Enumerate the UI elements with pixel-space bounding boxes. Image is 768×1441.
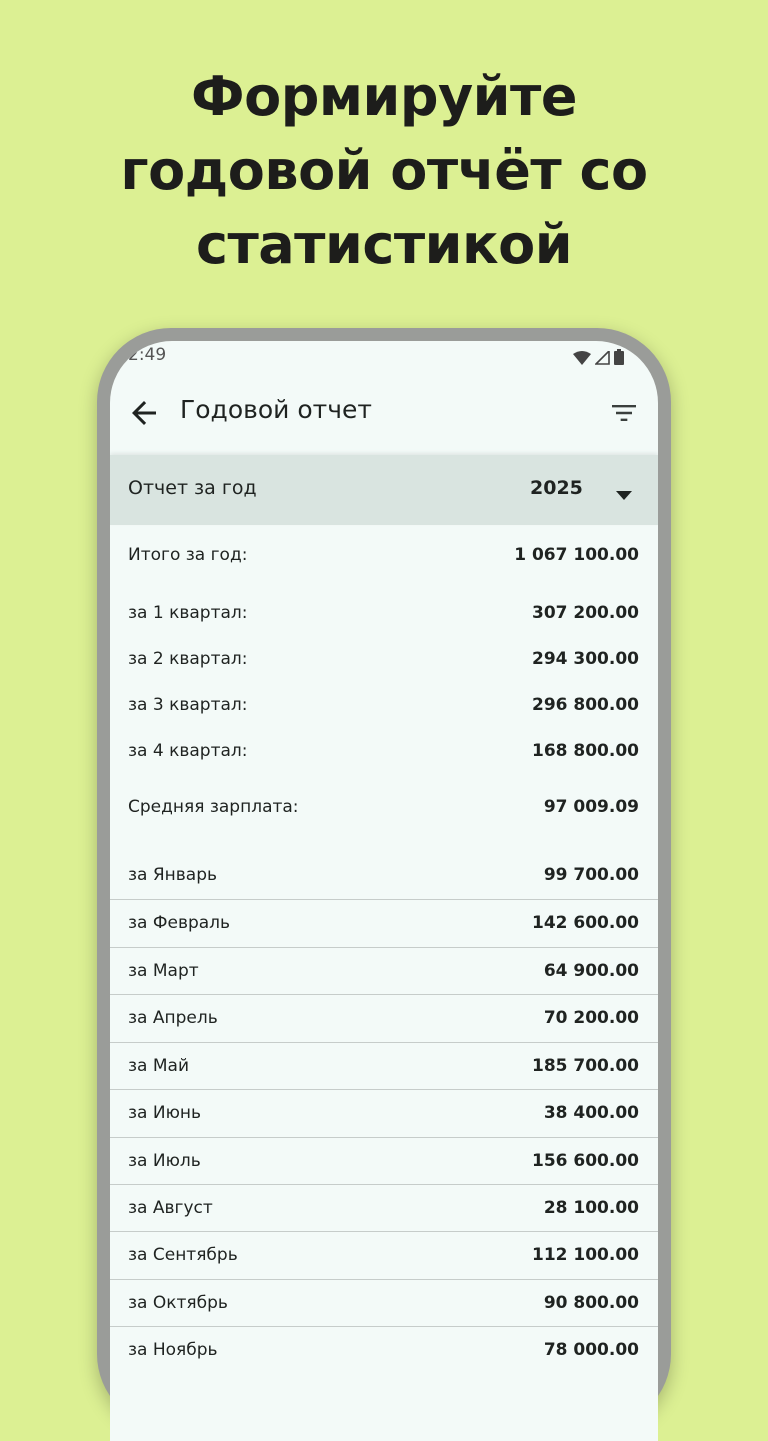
total-year-label: Итого за год: xyxy=(128,545,248,565)
month-value: 78 000.00 xyxy=(543,1340,639,1360)
month-value: 156 600.00 xyxy=(531,1151,639,1171)
month-row: за Июль 156 600.00 xyxy=(110,1137,658,1185)
quarter-value: 294 300.00 xyxy=(531,649,639,669)
month-row: за Июнь 38 400.00 xyxy=(110,1089,658,1137)
dropdown-arrow-icon xyxy=(616,485,632,504)
quarter-label: за 2 квартал: xyxy=(128,649,248,669)
month-value: 70 200.00 xyxy=(543,1008,639,1028)
status-time: 2:49 xyxy=(128,345,167,365)
quarter-label: за 4 квартал: xyxy=(128,741,248,761)
headline-line-3: статистикой xyxy=(195,213,573,276)
status-icons xyxy=(573,349,624,365)
signal-icon xyxy=(595,351,610,365)
month-row: за Май 185 700.00 xyxy=(110,1042,658,1090)
year-dropdown-value: 2025 xyxy=(530,477,583,499)
month-value: 99 700.00 xyxy=(543,865,639,885)
month-row: за Апрель 70 200.00 xyxy=(110,994,658,1042)
headline-line-2: годовой отчёт со xyxy=(120,139,648,202)
month-value: 28 100.00 xyxy=(543,1198,639,1218)
month-label: за Февраль xyxy=(128,913,231,933)
month-value: 38 400.00 xyxy=(543,1103,639,1123)
month-label: за Ноябрь xyxy=(128,1340,218,1360)
month-label: за Октябрь xyxy=(128,1293,228,1313)
year-dropdown[interactable]: 2025 xyxy=(520,455,658,525)
quarter-value: 307 200.00 xyxy=(531,603,639,623)
quarter-label: за 3 квартал: xyxy=(128,695,248,715)
month-row: за Август 28 100.00 xyxy=(110,1184,658,1232)
month-value: 142 600.00 xyxy=(531,913,639,933)
month-label: за Апрель xyxy=(128,1008,218,1028)
headline-line-1: Формируйте xyxy=(191,65,577,128)
average-salary-value: 97 009.09 xyxy=(543,797,639,817)
arrow-back-icon xyxy=(126,401,162,435)
month-row: за Октябрь 90 800.00 xyxy=(110,1279,658,1327)
app-title: Годовой отчет xyxy=(180,395,372,424)
year-selector-bar: Отчет за год 2025 xyxy=(110,455,658,525)
average-salary-label: Средняя зарплата: xyxy=(128,797,299,817)
month-row: за Сентябрь 112 100.00 xyxy=(110,1231,658,1279)
month-value: 64 900.00 xyxy=(543,961,639,981)
month-row: за Ноябрь 78 000.00 xyxy=(110,1326,658,1374)
month-label: за Май xyxy=(128,1056,189,1076)
back-button[interactable] xyxy=(126,395,162,431)
month-label: за Январь xyxy=(128,865,218,885)
month-label: за Март xyxy=(128,961,199,981)
year-selector-label: Отчет за год xyxy=(128,477,257,499)
month-label: за Июль xyxy=(128,1151,201,1171)
month-label: за Июнь xyxy=(128,1103,202,1123)
phone-screen: 2:49 Годовой отчет Отчет за год 2025 Ито… xyxy=(110,341,658,1441)
month-row: за Январь 99 700.00 xyxy=(110,852,658,899)
quarter-label: за 1 квартал: xyxy=(128,603,248,623)
total-year-value: 1 067 100.00 xyxy=(514,545,639,565)
month-value: 185 700.00 xyxy=(531,1056,639,1076)
month-value: 112 100.00 xyxy=(531,1245,639,1265)
month-value: 90 800.00 xyxy=(543,1293,639,1313)
month-row: за Февраль 142 600.00 xyxy=(110,899,658,947)
quarter-value: 168 800.00 xyxy=(531,741,639,761)
filter-button[interactable] xyxy=(608,397,640,429)
month-label: за Сентябрь xyxy=(128,1245,238,1265)
promo-headline: Формируйте годовой отчёт со статистикой xyxy=(0,60,768,282)
month-row: за Март 64 900.00 xyxy=(110,947,658,995)
month-label: за Август xyxy=(128,1198,213,1218)
wifi-icon xyxy=(573,351,591,365)
status-bar: 2:49 xyxy=(110,341,658,373)
quarter-value: 296 800.00 xyxy=(531,695,639,715)
app-bar: Годовой отчет xyxy=(110,373,658,453)
battery-icon xyxy=(614,349,624,365)
filter-icon xyxy=(608,405,640,433)
